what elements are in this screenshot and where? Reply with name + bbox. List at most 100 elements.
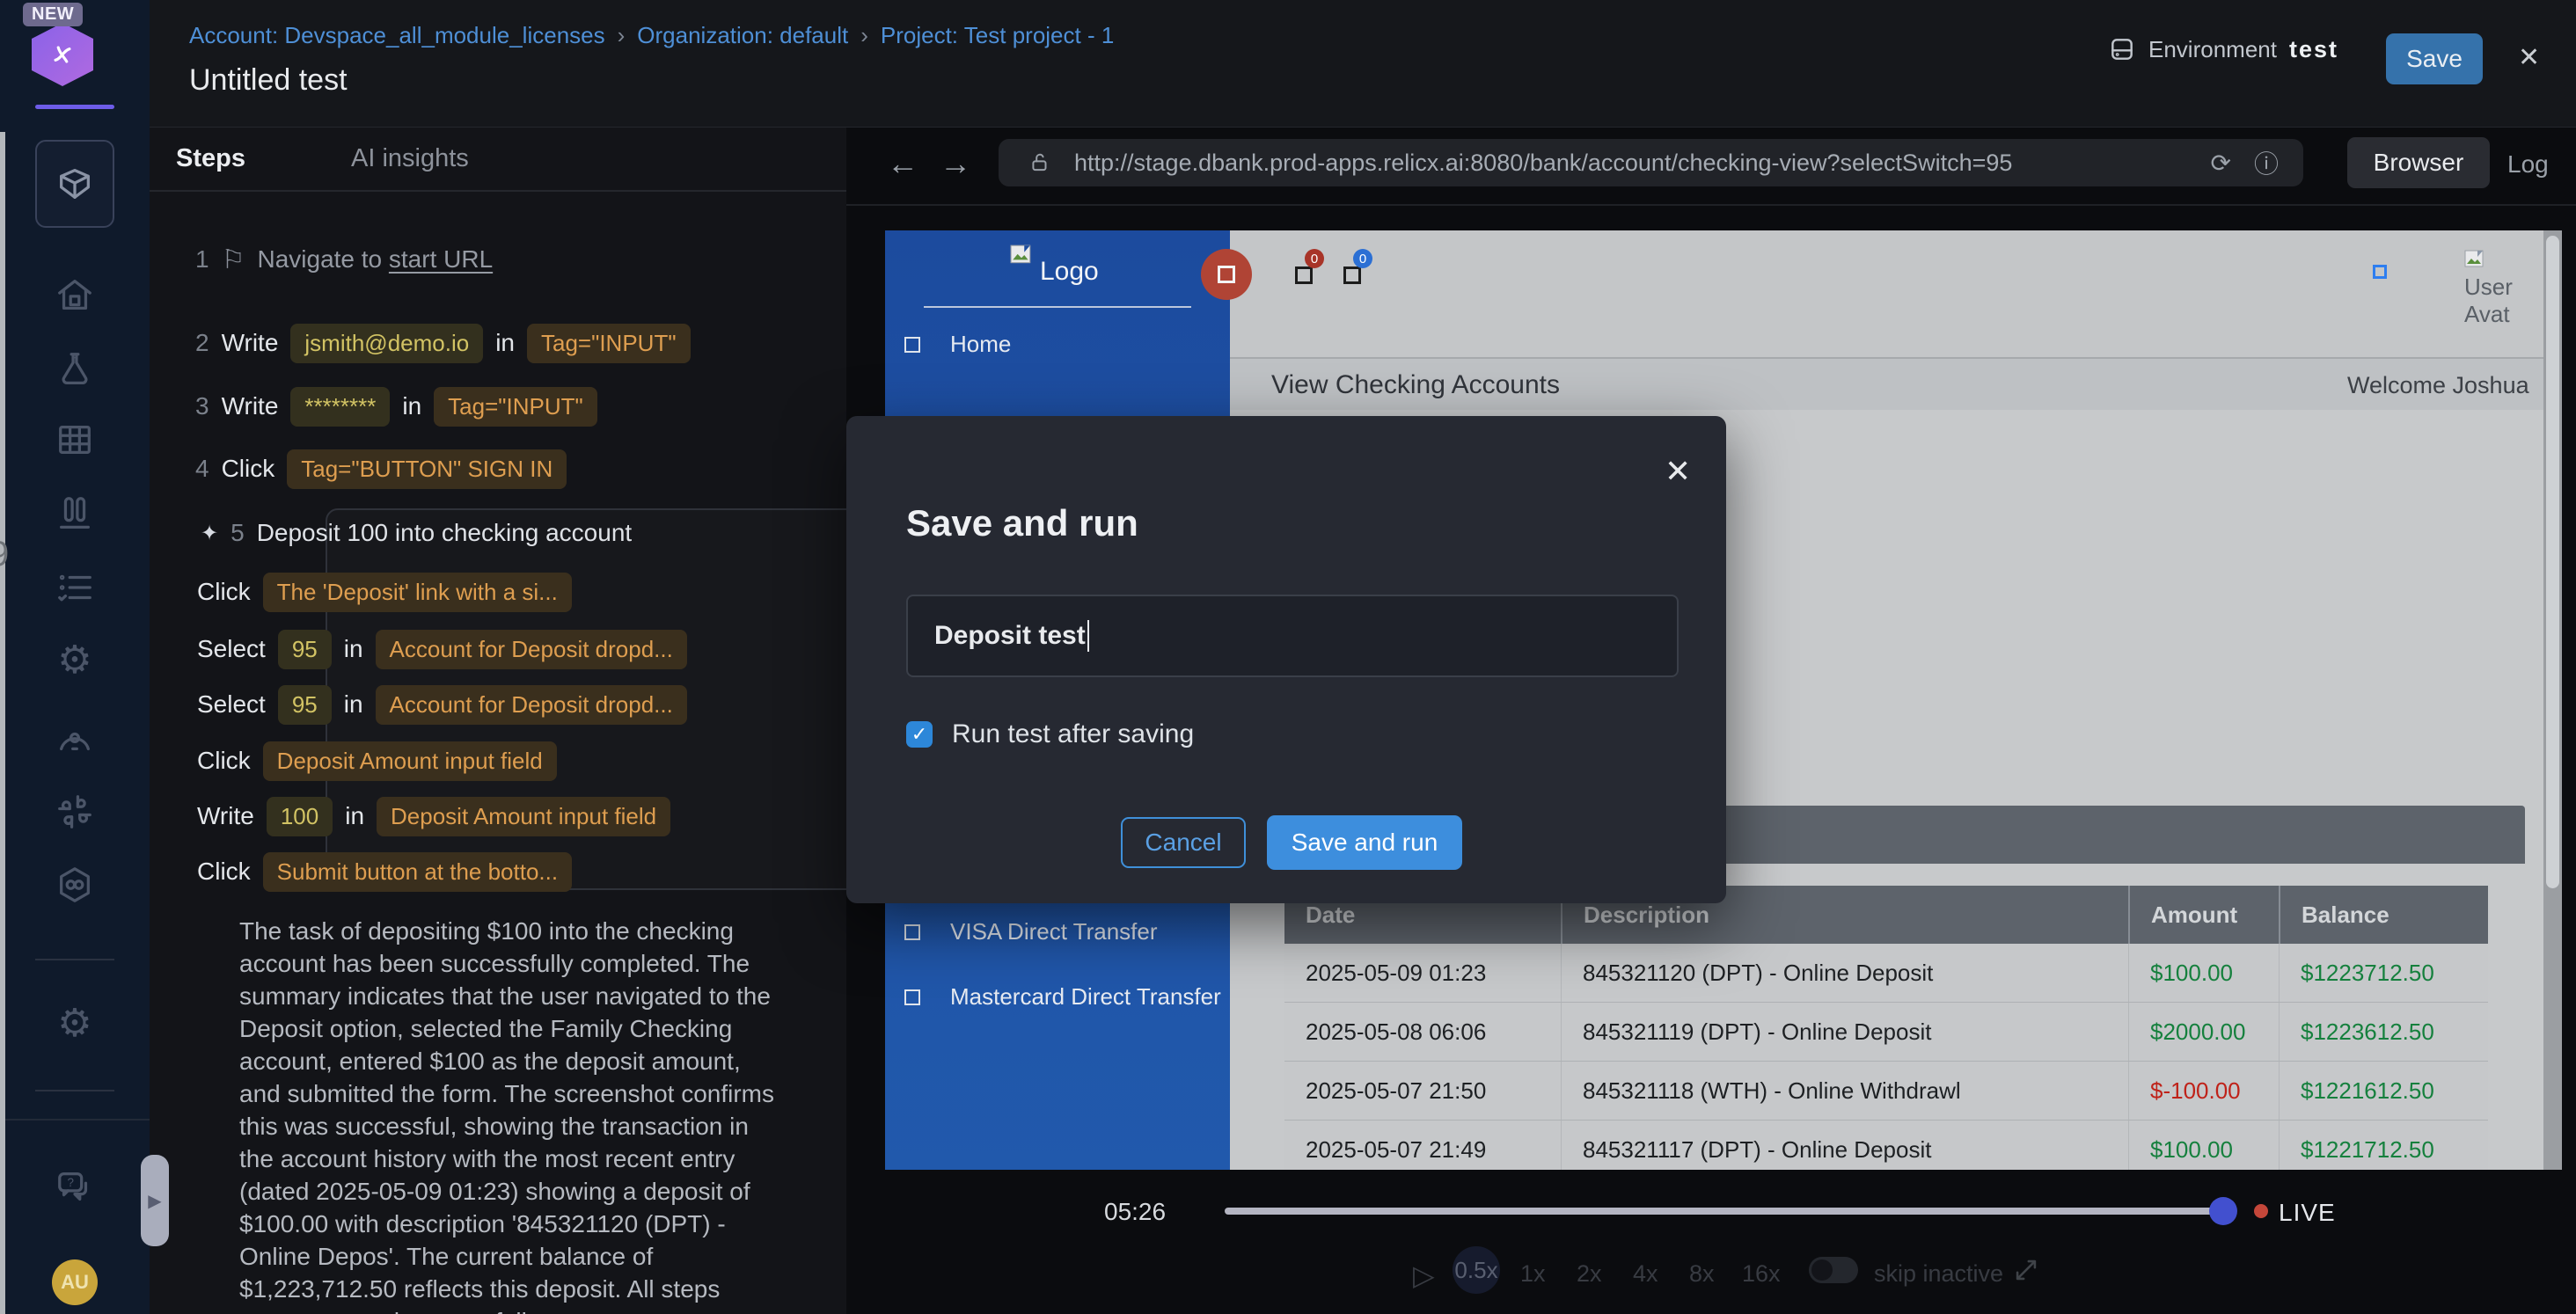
- start-url-link[interactable]: start URL: [389, 245, 493, 273]
- selector-pill[interactable]: Account for Deposit dropd...: [376, 685, 687, 725]
- message-icon[interactable]: [1343, 266, 1361, 284]
- table-row[interactable]: 2025-05-08 06:06 845321119 (DPT) - Onlin…: [1284, 1003, 2488, 1062]
- step-connector: in: [345, 802, 364, 830]
- sidebar-item-integrations[interactable]: [0, 865, 150, 905]
- panel-collapse-handle[interactable]: ▶: [141, 1155, 169, 1246]
- cell-date: 2025-05-07 21:49: [1284, 1121, 1561, 1170]
- speed-2x[interactable]: 2x: [1577, 1260, 1602, 1288]
- step-row-4[interactable]: 4 Click Tag="BUTTON" SIGN IN: [195, 448, 567, 490]
- viewport-scrollbar-thumb[interactable]: [2546, 236, 2559, 888]
- sidebar-item-support[interactable]: [0, 717, 150, 757]
- table-row[interactable]: 2025-05-07 21:49 845321117 (DPT) - Onlin…: [1284, 1121, 2488, 1170]
- selector-pill[interactable]: Account for Deposit dropd...: [376, 630, 687, 669]
- bank-header: [1230, 230, 2562, 359]
- close-icon[interactable]: ✕: [2518, 42, 2540, 73]
- table-row[interactable]: 2025-05-07 21:50 845321118 (WTH) - Onlin…: [1284, 1062, 2488, 1121]
- save-and-run-button[interactable]: Save and run: [1267, 815, 1462, 870]
- app-logo[interactable]: [32, 23, 93, 86]
- test-name-input[interactable]: Deposit test: [906, 595, 1679, 677]
- breadcrumb-project[interactable]: Project: Test project - 1: [881, 22, 1114, 49]
- speed-1x[interactable]: 1x: [1520, 1260, 1546, 1288]
- bank-nav-mastercard[interactable]: Mastercard Direct Transfer: [904, 983, 1221, 1011]
- value-pill[interactable]: ********: [290, 387, 390, 427]
- selector-pill[interactable]: Submit button at the botto...: [263, 852, 572, 892]
- sidebar-item-runs[interactable]: [0, 567, 150, 608]
- sidebar-item-test-tubes[interactable]: [0, 493, 150, 534]
- substep-row-4[interactable]: Click Deposit Amount input field: [197, 740, 557, 782]
- run-after-saving-row[interactable]: ✓ Run test after saving: [906, 719, 1194, 749]
- substep-row-6[interactable]: Click Submit button at the botto...: [197, 850, 572, 893]
- speed-8x[interactable]: 8x: [1689, 1260, 1715, 1288]
- breadcrumb-organization[interactable]: Organization: default: [637, 22, 848, 49]
- gear-icon: ⚙: [57, 1004, 91, 1043]
- sidebar-item-help[interactable]: ?: [0, 1167, 150, 1208]
- value-pill[interactable]: 95: [278, 630, 332, 669]
- step-row-1[interactable]: 1 ⚐ Navigate to start URL: [195, 238, 493, 281]
- url-bar[interactable]: http://stage.dbank.prod-apps.relicx.ai:8…: [999, 139, 2303, 186]
- step-action: Click: [222, 455, 275, 483]
- substep-row-2[interactable]: Select 95 in Account for Deposit dropd..…: [197, 628, 687, 670]
- selector-pill[interactable]: Deposit Amount input field: [263, 741, 557, 781]
- selection-highlight-square: [2373, 265, 2387, 279]
- playback-knob[interactable]: [2209, 1197, 2237, 1225]
- expand-icon[interactable]: [2011, 1255, 2041, 1285]
- value-pill[interactable]: 100: [267, 797, 333, 836]
- substep-row-3[interactable]: Select 95 in Account for Deposit dropd..…: [197, 683, 687, 726]
- selector-pill[interactable]: Tag="BUTTON" SIGN IN: [287, 449, 567, 489]
- bank-nav-visa[interactable]: VISA Direct Transfer: [904, 918, 1158, 945]
- checkbox-checked-icon[interactable]: ✓: [906, 721, 933, 748]
- bank-logo[interactable]: Logo: [1010, 245, 1099, 287]
- selector-pill[interactable]: Deposit Amount input field: [377, 797, 670, 836]
- step-row-2[interactable]: 2 Write jsmith@demo.io in Tag="INPUT": [195, 322, 691, 364]
- sidebar-item-home[interactable]: [0, 274, 150, 315]
- sidebar-item-suites[interactable]: [0, 420, 150, 460]
- user-avatar-broken-image[interactable]: User Avat: [2464, 250, 2513, 328]
- modal-close-icon[interactable]: ✕: [1665, 453, 1691, 490]
- bank-nav-home[interactable]: Home: [904, 331, 1011, 358]
- value-pill[interactable]: jsmith@demo.io: [290, 324, 483, 363]
- unlock-icon: [1028, 151, 1051, 174]
- tab-log[interactable]: Log: [2507, 150, 2549, 179]
- step-row-3[interactable]: 3 Write ******** in Tag="INPUT": [195, 385, 597, 427]
- save-button[interactable]: Save: [2386, 33, 2483, 84]
- selector-pill[interactable]: The 'Deposit' link with a si...: [263, 573, 572, 612]
- notification-icon[interactable]: [1295, 266, 1313, 284]
- substep-row-1[interactable]: Click The 'Deposit' link with a si...: [197, 571, 572, 613]
- breadcrumb: Account: Devspace_all_module_licenses › …: [189, 20, 1114, 50]
- forward-icon[interactable]: →: [940, 145, 971, 182]
- col-header-amount[interactable]: Amount: [2128, 886, 2279, 944]
- step-action: Write: [197, 802, 254, 830]
- substep-row-5[interactable]: Write 100 in Deposit Amount input field: [197, 795, 670, 837]
- sidebar-item-settings[interactable]: ⚙: [0, 641, 150, 680]
- skip-inactive-toggle[interactable]: [1809, 1257, 1858, 1283]
- bank-user-avatar[interactable]: [1201, 249, 1252, 300]
- play-icon[interactable]: ▷: [1413, 1259, 1435, 1292]
- selector-pill[interactable]: Tag="INPUT": [527, 324, 691, 363]
- value-pill[interactable]: 95: [278, 685, 332, 725]
- info-icon[interactable]: ⓘ: [2254, 145, 2279, 180]
- speed-0.5x[interactable]: 0.5x: [1453, 1246, 1500, 1294]
- speed-16x[interactable]: 16x: [1742, 1260, 1781, 1288]
- url-text[interactable]: http://stage.dbank.prod-apps.relicx.ai:8…: [1074, 150, 2012, 177]
- cell-description: 845321120 (DPT) - Online Deposit: [1561, 944, 2128, 1002]
- playback-track[interactable]: [1225, 1208, 2233, 1215]
- speed-4x[interactable]: 4x: [1633, 1260, 1658, 1288]
- step-number: 4: [195, 455, 209, 483]
- tab-browser[interactable]: Browser: [2347, 137, 2490, 188]
- refresh-icon[interactable]: ⟳: [2211, 149, 2231, 178]
- selector-pill[interactable]: Tag="INPUT": [434, 387, 597, 427]
- sidebar-item-tests-active[interactable]: [35, 140, 114, 228]
- environment-selector[interactable]: Environment test: [2108, 35, 2338, 63]
- tab-ai-insights[interactable]: AI insights: [351, 144, 469, 173]
- group-header-row[interactable]: ✦ 5 Deposit 100 into checking account: [201, 512, 632, 554]
- sidebar-item-admin-settings[interactable]: ⚙: [0, 1004, 150, 1043]
- sidebar-item-slack[interactable]: [0, 792, 150, 832]
- user-avatar[interactable]: AU: [52, 1259, 98, 1305]
- back-icon[interactable]: ←: [887, 145, 918, 182]
- cancel-button[interactable]: Cancel: [1121, 817, 1246, 868]
- sidebar-item-lab[interactable]: [0, 349, 150, 390]
- table-row[interactable]: 2025-05-09 01:23 845321120 (DPT) - Onlin…: [1284, 944, 2488, 1003]
- col-header-balance[interactable]: Balance: [2279, 886, 2488, 944]
- breadcrumb-account[interactable]: Account: Devspace_all_module_licenses: [189, 22, 605, 49]
- tab-steps[interactable]: Steps: [176, 144, 245, 173]
